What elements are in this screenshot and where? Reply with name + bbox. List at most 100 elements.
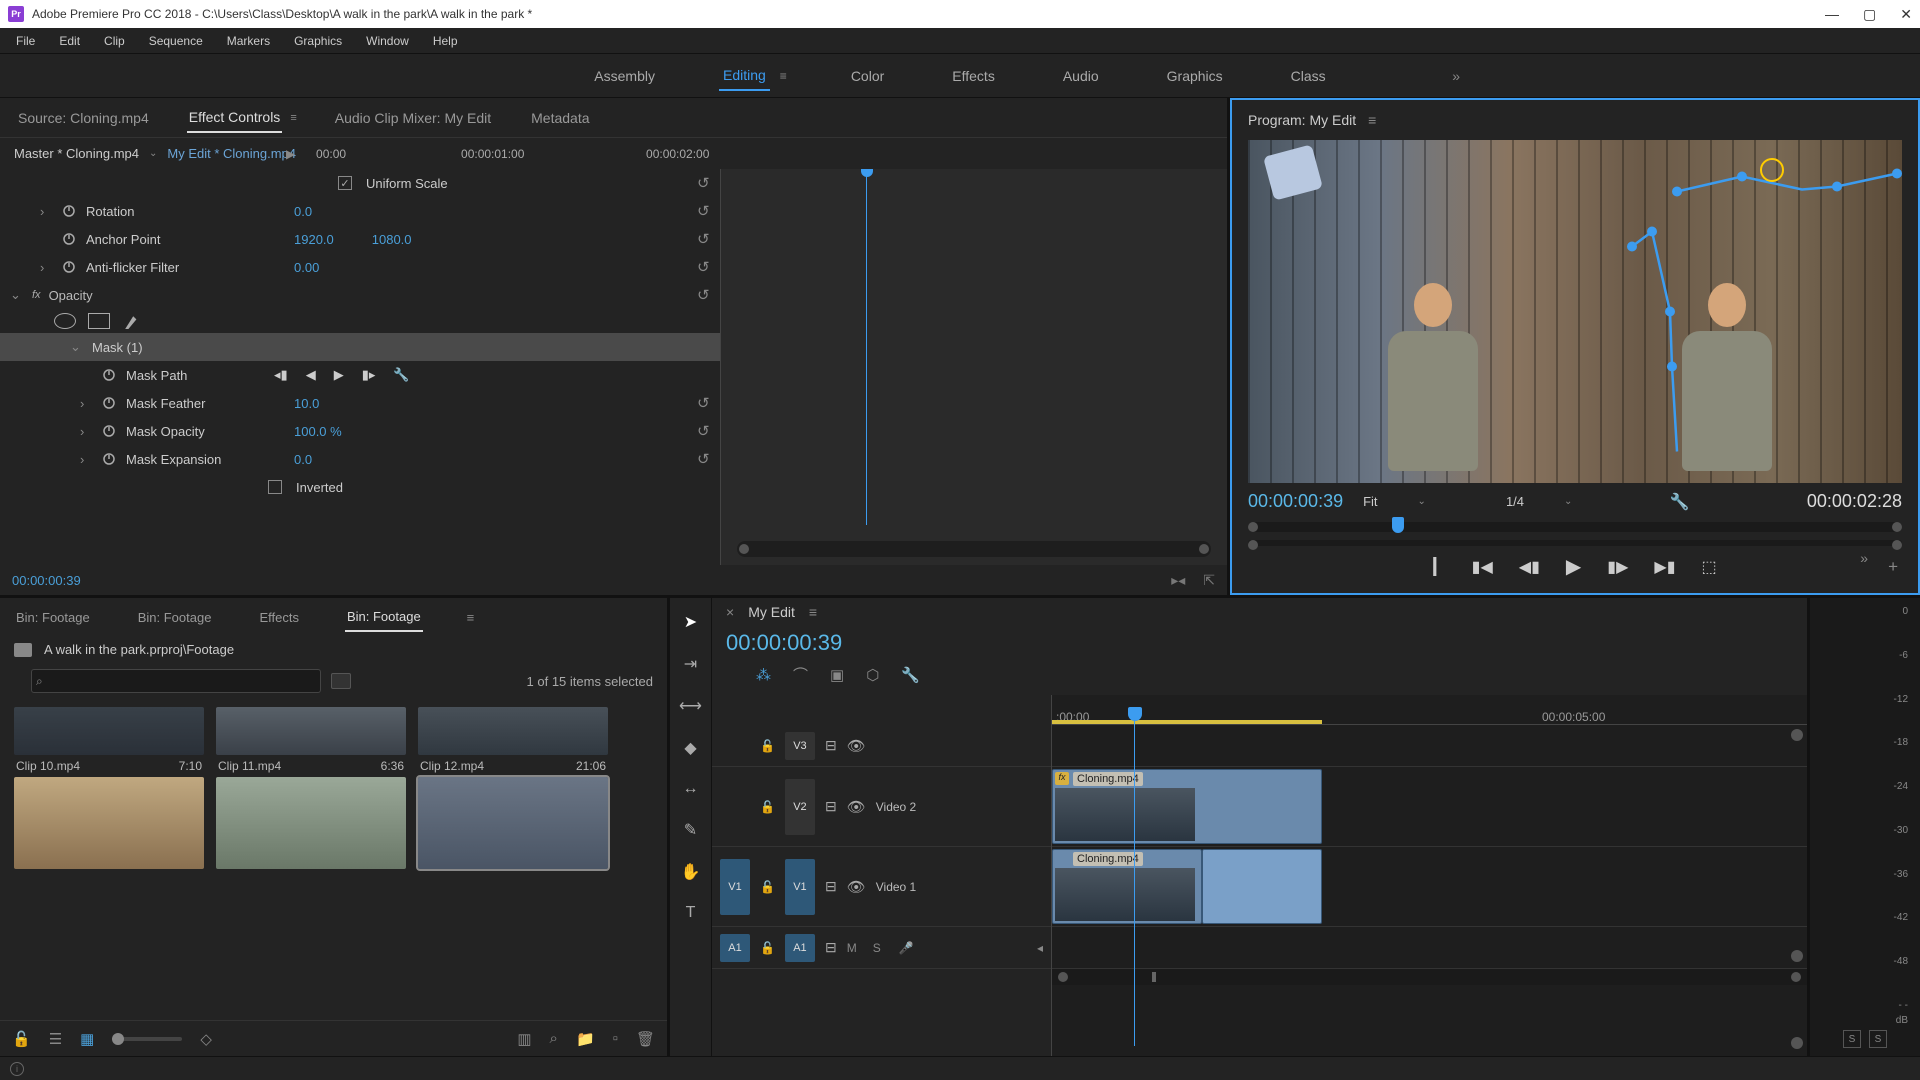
a1-sync-lock-icon[interactable]: ⊟ <box>825 939 837 956</box>
menu-markers[interactable]: Markers <box>217 31 280 51</box>
tab-metadata[interactable]: Metadata <box>529 104 591 132</box>
a1-collapse-icon[interactable]: ◂ <box>1037 941 1043 955</box>
slip-tool-icon[interactable]: ↔ <box>683 780 699 798</box>
clip-v1-extra[interactable] <box>1202 849 1322 924</box>
snap-icon[interactable]: ⁂ <box>756 666 771 684</box>
program-scrubber-playhead[interactable] <box>1392 517 1404 533</box>
ec-playhead-icon[interactable] <box>861 169 873 177</box>
mark-in-icon[interactable]: ▎ <box>1433 557 1445 577</box>
menu-edit[interactable]: Edit <box>49 31 90 51</box>
razor-tool-icon[interactable]: ◆ <box>684 738 696 758</box>
track-reverse-icon[interactable]: ◀ <box>306 367 316 383</box>
thumbnail-size-slider[interactable] <box>112 1037 182 1041</box>
ripple-edit-tool-icon[interactable]: ⟷ <box>679 696 702 716</box>
find-icon[interactable]: ⌕ <box>550 1030 558 1047</box>
track-select-tool-icon[interactable]: ⇥ <box>684 654 697 674</box>
anchor-stopwatch-icon[interactable] <box>62 231 78 247</box>
minimize-button[interactable]: — <box>1825 6 1839 23</box>
timeline-ruler[interactable]: :00:00 00:00:05:00 <box>1052 695 1807 725</box>
add-button-icon[interactable]: + <box>1888 557 1898 577</box>
pen-tool-icon[interactable]: ✎ <box>684 820 697 840</box>
feather-stopwatch-icon[interactable] <box>102 395 118 411</box>
v1-lock-icon[interactable]: 🔓 <box>760 880 775 894</box>
transport-overflow-icon[interactable]: » <box>1860 550 1868 566</box>
workspace-effects[interactable]: Effects <box>948 62 999 90</box>
workspace-assembly[interactable]: Assembly <box>590 62 659 90</box>
rotation-stopwatch-icon[interactable] <box>62 203 78 219</box>
v1-source-patch[interactable]: V1 <box>720 859 750 915</box>
timeline-hscroll[interactable] <box>1052 969 1807 985</box>
mask-opacity-expand-icon[interactable]: › <box>80 424 94 439</box>
bin-icon[interactable] <box>14 643 32 657</box>
anchor-x-value[interactable]: 1920.0 <box>294 232 364 247</box>
anchor-y-value[interactable]: 1080.0 <box>372 232 442 247</box>
expansion-value[interactable]: 0.0 <box>294 452 342 467</box>
program-viewport[interactable] <box>1248 140 1902 483</box>
tab-effects[interactable]: Effects <box>257 604 301 631</box>
breadcrumb[interactable]: A walk in the park.prproj\Footage <box>44 642 234 657</box>
workspace-overflow-icon[interactable]: » <box>1452 68 1460 84</box>
opacity-fx-icon[interactable]: fx <box>32 289 41 301</box>
fx-badge-icon[interactable]: fx <box>1055 772 1069 785</box>
workspace-class[interactable]: Class <box>1287 62 1330 90</box>
rotation-reset-icon[interactable]: ↻ <box>697 202 710 220</box>
v2-sync-lock-icon[interactable]: ⊟ <box>825 798 837 815</box>
feather-reset-icon[interactable]: ↻ <box>697 394 710 412</box>
workspace-editing[interactable]: Editing <box>719 61 770 91</box>
menu-sequence[interactable]: Sequence <box>139 31 213 51</box>
solo-left-button[interactable]: S <box>1843 1030 1861 1048</box>
ec-toggle-timeline-icon[interactable]: ▶ <box>286 147 295 161</box>
master-clip-label[interactable]: Master * Cloning.mp4 <box>14 146 139 161</box>
delete-icon[interactable]: 🗑 <box>636 1030 655 1048</box>
new-bin-icon[interactable]: 📁 <box>576 1030 595 1048</box>
inverted-checkbox[interactable] <box>268 480 282 494</box>
current-clip-label[interactable]: My Edit * Cloning.mp4 <box>167 146 296 161</box>
scroll-handle-icon[interactable] <box>1791 1037 1803 1049</box>
timeline-close-icon[interactable]: × <box>726 604 734 620</box>
track-header-v2[interactable]: 🔓 V2 ⊟ 👁 Video 2 <box>712 767 1051 847</box>
track-header-a1[interactable]: A1 🔓 A1 ⊟ M S 🎤 ◂ <box>712 927 1051 969</box>
workspace-audio[interactable]: Audio <box>1059 62 1103 90</box>
effect-controls-menu-icon[interactable]: ≡ <box>290 112 296 124</box>
a1-voice-over-icon[interactable]: 🎤 <box>899 941 914 955</box>
rotation-expand-icon[interactable]: › <box>40 204 54 219</box>
ec-keyframe-area[interactable] <box>720 169 1227 565</box>
track-forward-icon[interactable]: ▶ <box>334 367 344 383</box>
workspace-graphics[interactable]: Graphics <box>1163 62 1227 90</box>
solo-right-button[interactable]: S <box>1869 1030 1887 1048</box>
tab-bin-footage-1[interactable]: Bin: Footage <box>14 604 92 631</box>
timeline-tracks-area[interactable]: :00:00 00:00:05:00 fx Cloning.mp4 <box>1052 695 1807 1056</box>
sort-icon[interactable]: ◇ <box>200 1030 212 1048</box>
expansion-reset-icon[interactable]: ↻ <box>697 450 710 468</box>
tab-source[interactable]: Source: Cloning.mp4 <box>16 104 151 132</box>
mask1-collapse-icon[interactable]: ⌄ <box>70 339 84 355</box>
pen-mask-icon[interactable] <box>122 313 138 329</box>
new-item-icon[interactable]: ▫ <box>613 1030 618 1047</box>
menu-graphics[interactable]: Graphics <box>284 31 352 51</box>
workspace-editing-menu-icon[interactable]: ≡ <box>780 69 787 83</box>
step-forward-icon[interactable]: ▮▶ <box>1607 557 1628 577</box>
track-v1[interactable]: Cloning.mp4 <box>1052 847 1807 927</box>
v2-lock-icon[interactable]: 🔓 <box>760 800 775 814</box>
v3-sync-lock-icon[interactable]: ⊟ <box>825 737 837 754</box>
master-clip-dropdown-icon[interactable]: ⌄ <box>149 148 157 159</box>
anchor-reset-icon[interactable]: ↻ <box>697 230 710 248</box>
expansion-stopwatch-icon[interactable] <box>102 451 118 467</box>
info-icon[interactable]: i <box>10 1062 24 1076</box>
track-a1[interactable] <box>1052 927 1807 969</box>
menu-help[interactable]: Help <box>423 31 468 51</box>
search-input[interactable] <box>31 669 321 693</box>
mask-opacity-stopwatch-icon[interactable] <box>102 423 118 439</box>
rectangle-mask-icon[interactable] <box>88 313 110 329</box>
go-to-in-icon[interactable]: ▮◀ <box>1472 557 1493 577</box>
clip-v1[interactable]: Cloning.mp4 <box>1052 849 1202 924</box>
feather-value[interactable]: 10.0 <box>294 396 349 411</box>
timeline-menu-icon[interactable]: ≡ <box>809 604 817 620</box>
ec-footer-icon1[interactable]: ▸◂ <box>1171 572 1185 589</box>
workspace-color[interactable]: Color <box>847 62 888 90</box>
tab-bin-footage-3[interactable]: Bin: Footage <box>345 603 423 632</box>
uniform-scale-checkbox[interactable] <box>338 176 352 190</box>
antiflicker-value[interactable]: 0.00 <box>294 260 349 275</box>
program-timecode-current[interactable]: 00:00:00:39 <box>1248 491 1343 512</box>
track-header-v3[interactable]: 🔓 V3 ⊟ 👁 <box>712 725 1051 767</box>
